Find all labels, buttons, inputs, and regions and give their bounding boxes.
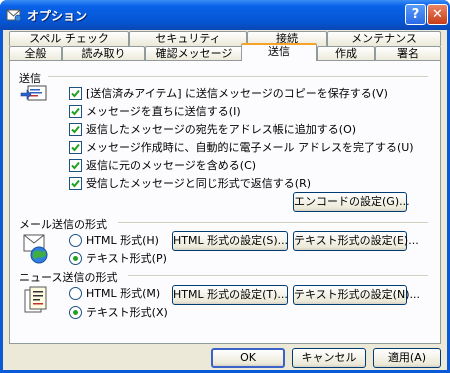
news-format-label: ニュース送信の形式 [19, 271, 118, 284]
news-html-option[interactable]: HTML 形式(M) [69, 286, 160, 300]
window-title: オプション [27, 9, 88, 23]
mail-format-divider [118, 222, 428, 224]
send-group-divider [48, 76, 428, 78]
save-copy-checkbox[interactable] [69, 86, 82, 100]
tab-signatures[interactable]: 署名 [375, 46, 441, 61]
help-button[interactable]: ? [405, 4, 426, 25]
include-original-checkbox[interactable] [69, 158, 82, 172]
radio-selected-dot [73, 309, 78, 315]
tab-maintenance[interactable]: メンテナンス [327, 31, 441, 46]
option-add-to-address-book[interactable]: 返信したメッセージの宛先をアドレス帳に追加する(O) [69, 122, 356, 136]
mail-html-radio[interactable] [69, 233, 82, 247]
apply-button[interactable]: 適用(A) [373, 348, 441, 368]
option-autocomplete[interactable]: メッセージ作成時に、自動的に電子メール アドレスを完了する(U) [69, 140, 414, 154]
close-button[interactable]: ✕ [427, 4, 448, 25]
options-dialog: オプション ? ✕ スペル チェック セキュリティ 接続 メンテナンス 全般 読… [0, 0, 450, 373]
tab-compose[interactable]: 作成 [317, 46, 375, 61]
option-send-immediately[interactable]: メッセージを直ちに送信する(I) [69, 104, 241, 118]
tab-receipts[interactable]: 確認メッセージ [145, 46, 243, 61]
news-document-icon [24, 286, 47, 313]
news-text-label: テキスト形式(X) [86, 306, 168, 319]
mail-format-label: メール送信の形式 [19, 218, 107, 231]
send-immediately-label: メッセージを直ちに送信する(I) [86, 105, 241, 118]
send-immediately-checkbox[interactable] [69, 104, 82, 118]
reply-same-format-label: 受信したメッセージと同じ形式で返信する(R) [86, 177, 312, 190]
option-save-copy[interactable]: [送信済みアイテム] に送信メッセージのコピーを保存する(V) [69, 86, 388, 100]
add-to-address-book-checkbox[interactable] [69, 122, 82, 136]
cancel-button[interactable]: キャンセル [292, 348, 366, 368]
option-include-original[interactable]: 返信に元のメッセージを含める(C) [69, 158, 256, 172]
mail-globe-icon [23, 234, 48, 264]
option-reply-same-format[interactable]: 受信したメッセージと同じ形式で返信する(R) [69, 176, 311, 190]
news-format-divider [128, 275, 428, 277]
tab-general[interactable]: 全般 [9, 46, 62, 61]
news-html-settings-button[interactable]: HTML 形式の設定(T)... [172, 285, 288, 305]
tab-security[interactable]: セキュリティ [129, 31, 247, 46]
ok-button[interactable]: OK [211, 348, 285, 368]
include-original-label: 返信に元のメッセージを含める(C) [86, 159, 257, 172]
outlook-express-icon [6, 9, 22, 22]
radio-selected-dot [73, 255, 78, 261]
autocomplete-checkbox[interactable] [69, 140, 82, 154]
send-tab-panel: 送信 [送信済みアイテム] に送信メッセージのコピーを保存する(V) メッセージ… [9, 60, 441, 344]
encode-settings-button[interactable]: エンコードの設定(G)... [293, 192, 410, 212]
tab-read[interactable]: 読み取り [62, 46, 145, 61]
news-html-radio[interactable] [69, 286, 82, 300]
dialog-client-area: スペル チェック セキュリティ 接続 メンテナンス 全般 読み取り 確認メッセー… [3, 30, 447, 370]
tab-send[interactable]: 送信 [241, 43, 317, 61]
outbox-icon [20, 85, 47, 101]
mail-text-settings-button[interactable]: テキスト形式の設定(E)... [293, 231, 419, 251]
tab-spell-check[interactable]: スペル チェック [9, 31, 129, 46]
mail-text-label: テキスト形式(P) [86, 252, 167, 265]
reply-same-format-checkbox[interactable] [69, 176, 82, 190]
add-to-address-book-label: 返信したメッセージの宛先をアドレス帳に追加する(O) [86, 123, 357, 136]
mail-html-option[interactable]: HTML 形式(H) [69, 233, 159, 247]
mail-text-option[interactable]: テキスト形式(P) [69, 251, 167, 265]
title-bar[interactable]: オプション ? ✕ [0, 0, 450, 30]
news-text-settings-button[interactable]: テキスト形式の設定(N)... [293, 285, 420, 305]
mail-html-settings-button[interactable]: HTML 形式の設定(S)... [172, 231, 288, 251]
news-html-label: HTML 形式(M) [86, 287, 161, 300]
autocomplete-label: メッセージ作成時に、自動的に電子メール アドレスを完了する(U) [86, 141, 414, 154]
mail-text-radio[interactable] [69, 251, 82, 265]
mail-html-label: HTML 形式(H) [86, 234, 159, 247]
news-text-option[interactable]: テキスト形式(X) [69, 305, 168, 319]
save-copy-label: [送信済みアイテム] に送信メッセージのコピーを保存する(V) [86, 87, 388, 100]
news-text-radio[interactable] [69, 305, 82, 319]
